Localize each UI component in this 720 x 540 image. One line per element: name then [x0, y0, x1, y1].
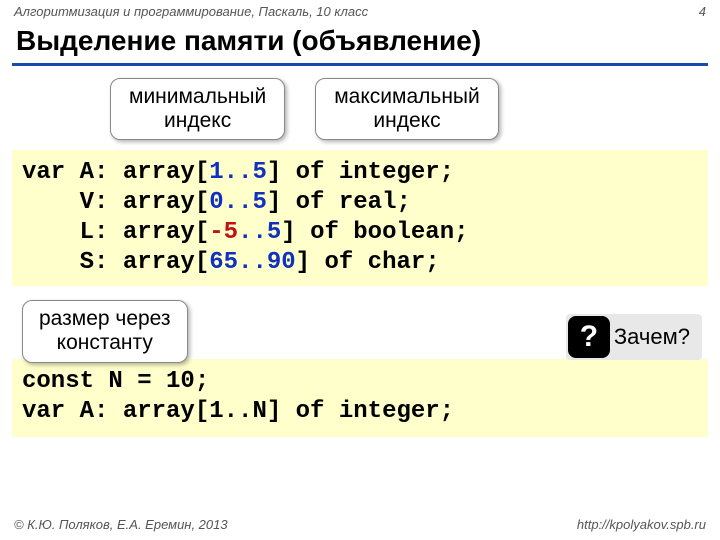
code-range: 1..N	[209, 398, 267, 425]
course-label: Алгоритмизация и программирование, Паска…	[14, 4, 368, 19]
slide-footer: © К.Ю. Поляков, Е.А. Еремин, 2013 http:/…	[0, 517, 720, 532]
footer-url: http://kpolyakov.spb.ru	[577, 517, 706, 532]
code-range: 0..5	[209, 189, 267, 216]
code-text: ] of real;	[267, 189, 411, 216]
code-text: ] of integer;	[267, 398, 454, 425]
code-text: L: array[	[22, 219, 209, 246]
code-text: ] of boolean;	[281, 219, 468, 246]
min-index-label: минимальный индекс	[110, 78, 285, 140]
code-text: ] of char;	[296, 249, 440, 276]
code-text: var A: array[	[22, 398, 209, 425]
code-range: 65..90	[209, 249, 295, 276]
code-neg: -5	[209, 219, 238, 246]
slide-title: Выделение памяти (объявление)	[0, 21, 720, 63]
page-number: 4	[699, 4, 706, 19]
slide-header: Алгоритмизация и программирование, Паска…	[0, 0, 720, 21]
code-text: ] of integer;	[267, 159, 454, 186]
code-text: var A: array[	[22, 159, 209, 186]
const-row: размер через константу ? Зачем?	[12, 300, 708, 362]
code-text: V: array[	[22, 189, 209, 216]
question-callout: ? Зачем?	[566, 314, 702, 360]
copyright: © К.Ю. Поляков, Е.А. Еремин, 2013	[14, 517, 228, 532]
index-labels-row: минимальный индекс максимальный индекс	[0, 78, 720, 140]
code-text: S: array[	[22, 249, 209, 276]
code-range: ..5	[238, 219, 281, 246]
title-underline	[12, 63, 708, 66]
code-block-const: const N = 10; var A: array[1..N] of inte…	[12, 359, 708, 437]
max-index-label: максимальный индекс	[315, 78, 499, 140]
code-range: 1..5	[209, 159, 267, 186]
question-mark-icon: ?	[568, 316, 610, 358]
code-text: const N = 10;	[22, 368, 209, 395]
question-text: Зачем?	[610, 324, 694, 350]
code-block-arrays: var A: array[1..5] of integer; V: array[…	[12, 150, 708, 286]
via-const-label: размер через константу	[22, 300, 188, 362]
